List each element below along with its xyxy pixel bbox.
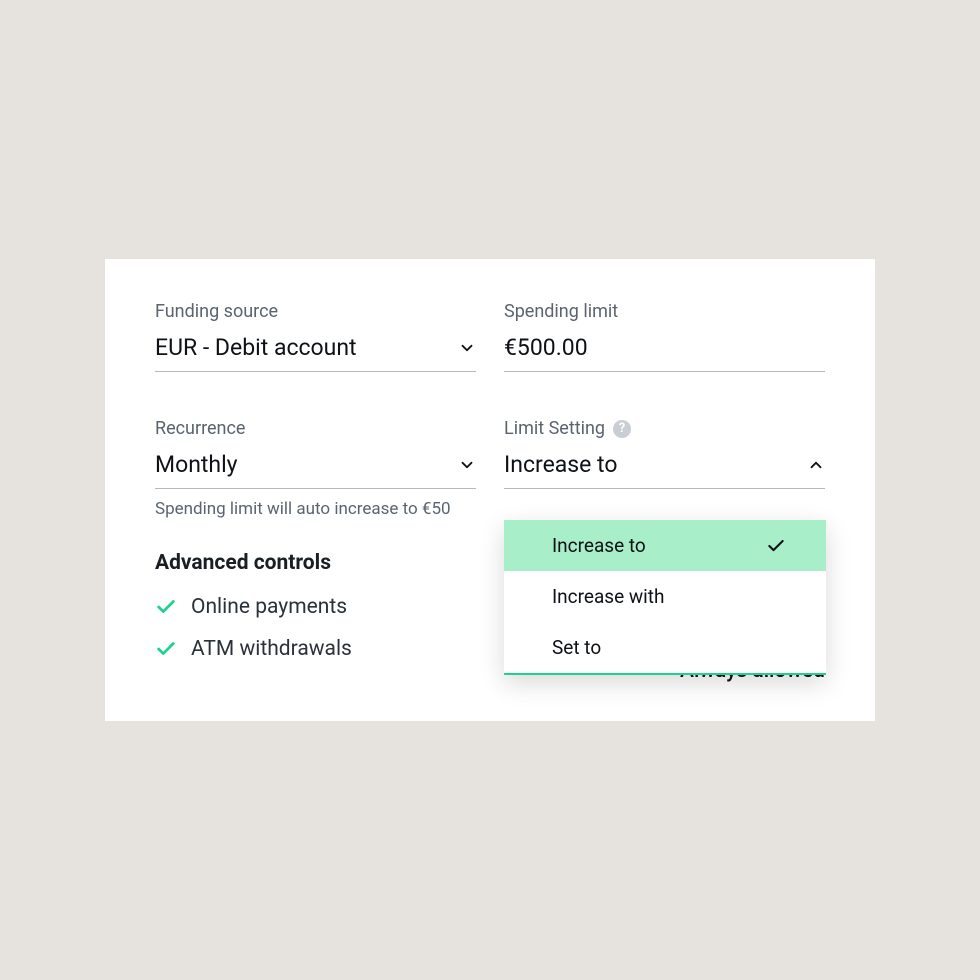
check-icon — [155, 638, 177, 660]
help-icon[interactable]: ? — [613, 420, 631, 438]
limit-setting-value: Increase to — [504, 451, 617, 478]
spending-limit-value: €500.00 — [504, 334, 588, 361]
limit-setting-dropdown: Increase to Increase with Set to — [504, 520, 826, 675]
dropdown-option-increase-to[interactable]: Increase to — [504, 520, 826, 571]
settings-card: Funding source EUR - Debit account Spend… — [105, 259, 875, 721]
chevron-up-icon — [807, 456, 825, 474]
control-label: ATM withdrawals — [191, 637, 352, 661]
recurrence-select[interactable]: Monthly — [155, 445, 476, 489]
dropdown-option-label: Set to — [552, 636, 601, 659]
dropdown-option-increase-with[interactable]: Increase with — [504, 571, 826, 622]
limit-setting-label-text: Limit Setting — [504, 418, 605, 439]
dropdown-option-set-to[interactable]: Set to — [504, 622, 826, 673]
control-label: Online payments — [191, 595, 347, 619]
check-icon — [155, 596, 177, 618]
funding-source-label: Funding source — [155, 301, 476, 322]
chevron-down-icon — [458, 339, 476, 357]
recurrence-field: Recurrence Monthly Spending limit will a… — [155, 418, 476, 519]
recurrence-label: Recurrence — [155, 418, 476, 439]
recurrence-value: Monthly — [155, 451, 238, 478]
chevron-down-icon — [458, 456, 476, 474]
row-2: Recurrence Monthly Spending limit will a… — [155, 418, 825, 519]
funding-source-field: Funding source EUR - Debit account — [155, 301, 476, 372]
limit-setting-field: Limit Setting ? Increase to Increase to … — [504, 418, 825, 519]
dropdown-option-label: Increase to — [552, 534, 646, 557]
spending-limit-field: Spending limit €500.00 — [504, 301, 825, 372]
funding-source-value: EUR - Debit account — [155, 334, 357, 361]
spending-limit-label: Spending limit — [504, 301, 825, 322]
check-icon — [766, 536, 786, 556]
limit-setting-select[interactable]: Increase to — [504, 445, 825, 489]
spending-limit-input[interactable]: €500.00 — [504, 328, 825, 372]
row-1: Funding source EUR - Debit account Spend… — [155, 301, 825, 372]
limit-setting-label: Limit Setting ? — [504, 418, 825, 439]
recurrence-helper: Spending limit will auto increase to €50 — [155, 499, 476, 519]
funding-source-select[interactable]: EUR - Debit account — [155, 328, 476, 372]
dropdown-option-label: Increase with — [552, 585, 664, 608]
